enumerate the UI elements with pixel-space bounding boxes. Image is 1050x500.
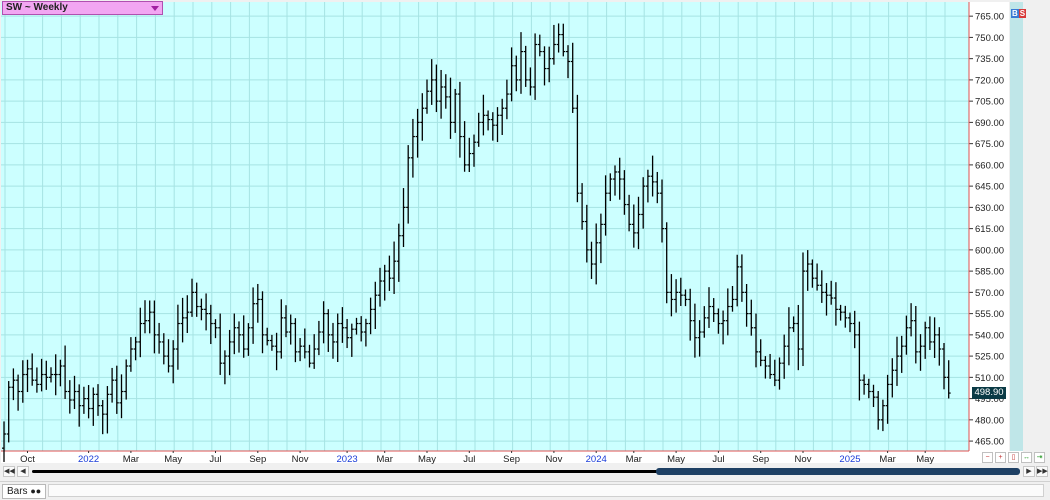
y-tick-label: 705.00 xyxy=(975,97,1004,108)
x-tick-label: 2025 xyxy=(839,454,860,465)
buy-button[interactable]: B xyxy=(1011,9,1019,18)
expand-icon[interactable]: ↔ xyxy=(1021,452,1032,463)
y-tick-label: 615.00 xyxy=(975,224,1004,235)
y-tick-label: 555.00 xyxy=(975,309,1004,320)
y-tick-label: 720.00 xyxy=(975,75,1004,86)
buy-sell-buttons[interactable]: BS xyxy=(1011,9,1027,19)
y-tick-label: 630.00 xyxy=(975,203,1004,214)
x-tick-label: Mar xyxy=(879,454,895,465)
x-tick-label: 2024 xyxy=(586,454,607,465)
chart-area: 465.00 480.00 495.00 510.00 525.00 540.00 555.… xyxy=(0,0,1050,499)
x-tick-label: Sep xyxy=(503,454,520,465)
y-tick-label: 510.00 xyxy=(975,373,1004,384)
x-tick-label: May xyxy=(164,454,182,465)
link-chain-icon: ●● xyxy=(30,486,42,496)
x-tick-label: Mar xyxy=(123,454,139,465)
x-tick-label: Mar xyxy=(626,454,642,465)
y-tick-label: 660.00 xyxy=(975,160,1004,171)
y-tick-label: 585.00 xyxy=(975,267,1004,278)
x-tick-label: 2022 xyxy=(78,454,99,465)
symbol-title-label: SW ~ Weekly xyxy=(6,2,68,13)
fit-icon[interactable]: ▯ xyxy=(1008,452,1019,463)
x-tick-label: Sep xyxy=(249,454,266,465)
y-tick-label: 675.00 xyxy=(975,139,1004,150)
y-tick-label: 735.00 xyxy=(975,54,1004,65)
tab-bars-label: Bars xyxy=(7,486,28,497)
price-chart: 465.00480.00495.00510.00525.00540.00555.… xyxy=(1,2,1023,465)
scroll-thumb[interactable] xyxy=(656,468,1020,475)
x-tick-label: 2023 xyxy=(337,454,358,465)
x-tick-label: Jul xyxy=(209,454,221,465)
dropdown-arrow-icon[interactable] xyxy=(151,6,159,11)
zoom-in-icon[interactable]: + xyxy=(995,452,1006,463)
scroll-start-icon[interactable]: ◀◀ xyxy=(3,466,15,477)
y-tick-label: 600.00 xyxy=(975,245,1004,256)
sell-button[interactable]: S xyxy=(1018,9,1027,18)
scroll-right-icon[interactable]: ▶ xyxy=(1023,466,1035,477)
x-tick-label: Nov xyxy=(795,454,812,465)
plot-background xyxy=(1,2,969,451)
y-tick-label: 645.00 xyxy=(975,182,1004,193)
scroll-left-icon[interactable]: ◀ xyxy=(17,466,29,477)
x-tick-label: Nov xyxy=(545,454,562,465)
y-tick-label: 540.00 xyxy=(975,330,1004,341)
y-tick-label: 465.00 xyxy=(975,437,1004,448)
x-tick-label: Jul xyxy=(712,454,724,465)
y-tick-label: 480.00 xyxy=(975,415,1004,426)
tab-strip xyxy=(48,484,1044,497)
tab-bars[interactable]: Bars ●● xyxy=(2,484,47,499)
scroll-end-icon[interactable]: ⇥ xyxy=(1034,452,1045,463)
bottom-tab-bar: Bars ●● xyxy=(0,481,1050,500)
x-tick-label: Oct xyxy=(20,454,35,465)
x-tick-label: Nov xyxy=(292,454,309,465)
x-tick-label: May xyxy=(667,454,685,465)
side-panel xyxy=(1010,2,1023,451)
scroll-end-button-icon[interactable]: ▶▶ xyxy=(1036,466,1048,477)
y-tick-label: 570.00 xyxy=(975,288,1004,299)
timeline-scrollbar[interactable]: ◀◀ ◀ ▶ ▶▶ xyxy=(0,465,1050,479)
x-tick-label: Mar xyxy=(377,454,393,465)
zoom-out-icon[interactable]: − xyxy=(982,452,993,463)
x-tick-label: Jul xyxy=(463,454,475,465)
y-tick-label: 525.00 xyxy=(975,352,1004,363)
y-tick-label: 765.00 xyxy=(975,12,1004,23)
x-tick-label: May xyxy=(418,454,436,465)
symbol-title[interactable]: SW ~ Weekly xyxy=(2,1,163,15)
y-tick-label: 690.00 xyxy=(975,118,1004,129)
last-price-badge: 498.90 xyxy=(972,387,1006,399)
y-tick-label: 750.00 xyxy=(975,33,1004,44)
x-tick-label: Sep xyxy=(752,454,769,465)
x-tick-label: May xyxy=(916,454,934,465)
